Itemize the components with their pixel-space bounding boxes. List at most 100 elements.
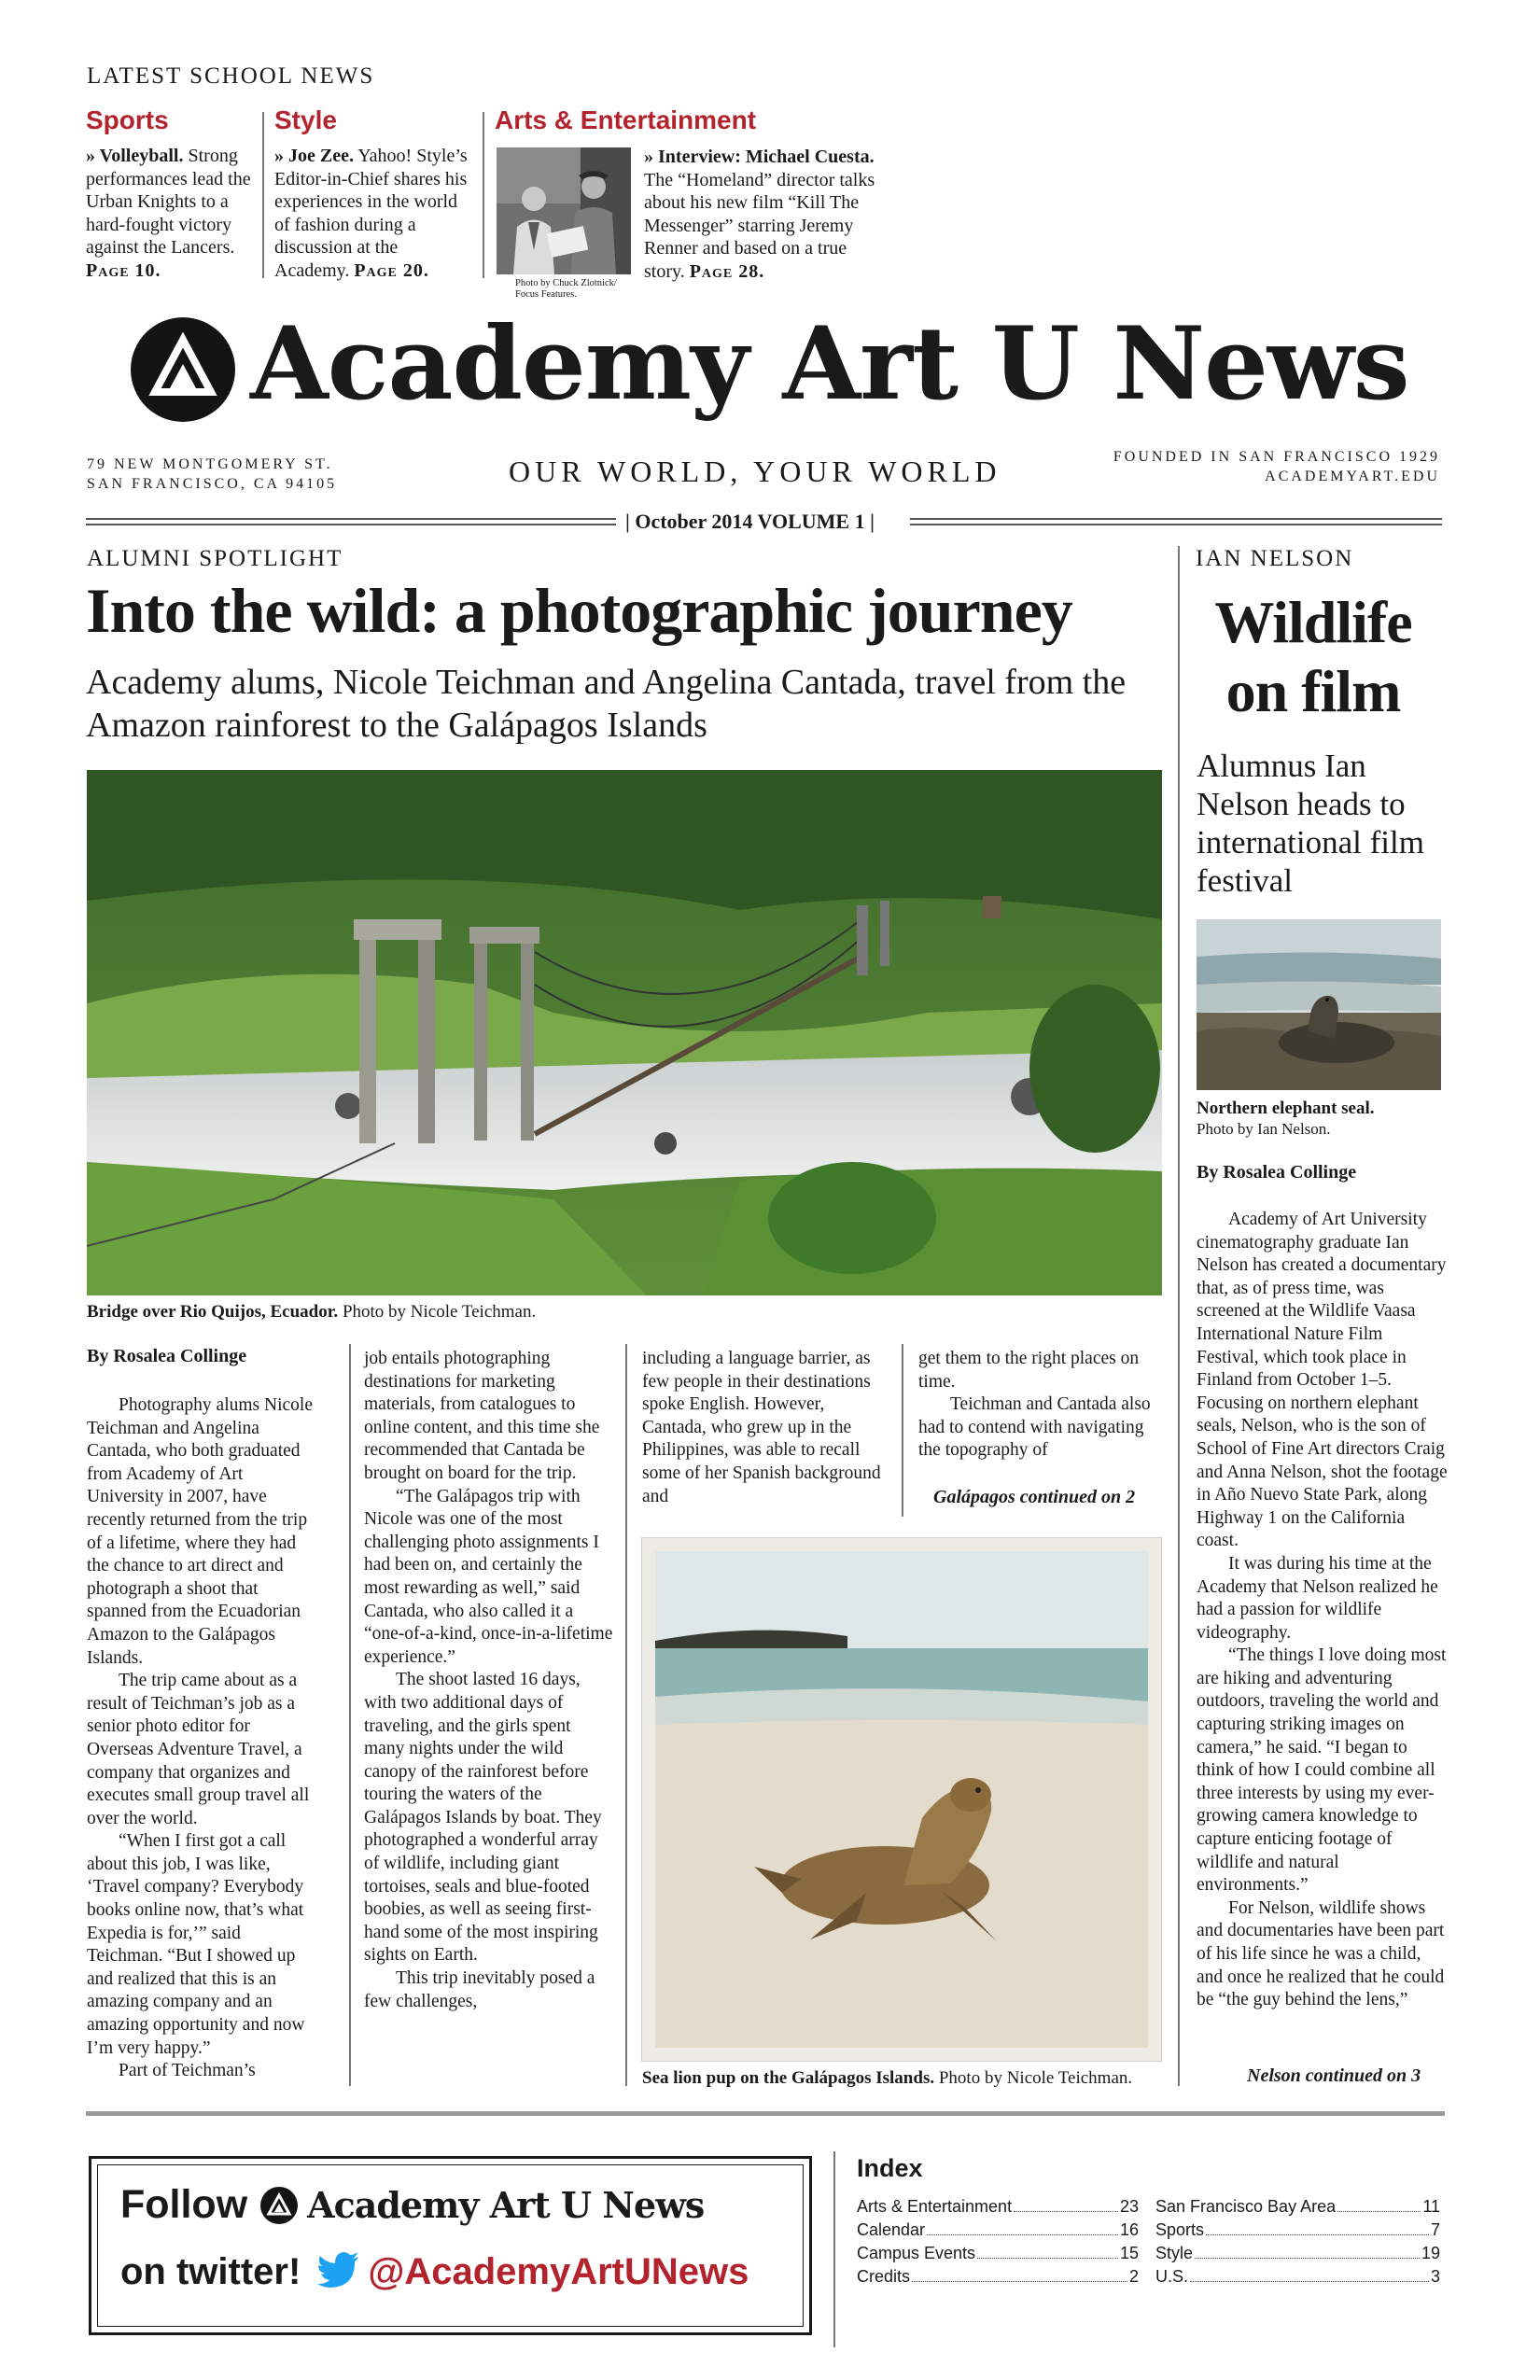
dateline-rule-left-2 xyxy=(86,524,618,525)
address-line-1: 79 New Montgomery St. xyxy=(87,456,333,472)
bridge-caption-bold: Bridge over Rio Quijos, Ecuador. xyxy=(87,1302,339,1322)
teaser-arts-title: Arts & Entertainment xyxy=(495,105,757,134)
lead-paragraph: “When I first got a call about this job,… xyxy=(87,1831,305,2058)
masthead-address: 79 New Montgomery St. San Francisco, CA … xyxy=(87,455,337,494)
teaser-sports[interactable]: Sports » Volleyball. Strong performances… xyxy=(86,105,256,282)
side-deck: Alumnus Ian Nelson heads to internationa… xyxy=(1197,748,1424,899)
sea-lion-caption: Sea lion pup on the Galápagos Islands. P… xyxy=(642,2068,1132,2089)
twitter-promo[interactable]: Follow Academy Art U News on twitter! @A… xyxy=(89,2156,812,2335)
elephant-caption-credit: Photo by Ian Nelson. xyxy=(1197,1120,1331,1138)
twitter-handle[interactable]: @AcademyArtUNews xyxy=(368,2251,749,2293)
side-headline-line-2: on film xyxy=(1225,658,1402,724)
twitter-on-text: on twitter! xyxy=(120,2251,301,2292)
lead-kicker: Alumni Spotlight xyxy=(87,546,343,571)
lead-paragraph: get them to the right places on time. xyxy=(918,1349,1140,1392)
elephant-caption-bold: Northern elephant seal. xyxy=(1197,1099,1375,1118)
twitter-follow-text: Follow xyxy=(120,2182,248,2227)
sea-lion-caption-credit: Photo by Nicole Teichman. xyxy=(934,2068,1133,2088)
teaser-style-text: » Joe Zee. Yahoo! Style’s Editor-in-Chie… xyxy=(274,145,474,282)
index-left-list: Arts & Entertainment 23 Calendar 16 Campus… xyxy=(857,2195,1139,2289)
teaser-style-lead: » Joe Zee. xyxy=(274,146,354,166)
teaser-arts-photo-credit: Photo by Chuck Zlotnick/ Focus Features. xyxy=(515,278,617,300)
lead-paragraph: job entails photographing destinations f… xyxy=(364,1349,600,1483)
lead-paragraph: The shoot lasted 16 days, with two addit… xyxy=(364,1670,602,1966)
index-entry[interactable]: Campus Events 15 xyxy=(857,2242,1139,2265)
twitter-bird-icon xyxy=(317,2252,360,2292)
sea-lion-photo xyxy=(642,1538,1161,2061)
dateline-rule-right xyxy=(910,518,1442,520)
side-headline-line-1: Wildlife xyxy=(1214,589,1412,655)
teaser-style-page: Page 20. xyxy=(354,259,429,281)
twitter-promo-inner: Follow Academy Art U News on twitter! @A… xyxy=(97,2164,804,2327)
teaser-sports-lead: » Volleyball. xyxy=(86,146,184,166)
twitter-handle-line: on twitter! @AcademyArtUNews xyxy=(120,2251,749,2293)
index-entry[interactable]: Sports 7 xyxy=(1155,2219,1440,2242)
teaser-arts-page: Page 28. xyxy=(689,260,765,282)
masthead-founded: Founded in San Francisco 1929 academyart… xyxy=(1113,447,1440,486)
side-kicker: Ian Nelson xyxy=(1196,546,1354,571)
index-title: Index xyxy=(857,2154,923,2182)
elephant-seal-caption: Northern elephant seal. Photo by Ian Nel… xyxy=(1197,1099,1441,1140)
bridge-caption-credit: Photo by Nicole Teichman. xyxy=(338,1302,537,1322)
lead-jump-link[interactable]: Galápagos continued on 2 xyxy=(933,1487,1135,1508)
index-divider xyxy=(833,2151,835,2347)
teaser-arts[interactable]: Arts & Entertainment xyxy=(495,105,924,135)
bridge-photo xyxy=(87,770,1162,1295)
academy-logo-icon xyxy=(131,317,235,422)
address-line-2: San Francisco, CA 94105 xyxy=(87,476,338,492)
dateline: | October 2014 VOLUME 1 | xyxy=(616,510,884,534)
side-paragraph: It was during his time at the Academy th… xyxy=(1197,1553,1438,1643)
index-entry[interactable]: Calendar 16 xyxy=(857,2219,1139,2242)
lead-paragraph: including a language barrier, as few peo… xyxy=(642,1349,881,1506)
lead-deck: Academy alums, Nicole Teichman and Angel… xyxy=(86,663,1127,745)
dateline-rule-right-2 xyxy=(910,524,1442,525)
lead-paragraph: The trip came about as a result of Teich… xyxy=(87,1671,310,1828)
lead-byline: By Rosalea Collinge xyxy=(87,1346,247,1366)
side-body: Academy of Art University cinematography… xyxy=(1197,1209,1449,2012)
teaser-divider xyxy=(262,112,264,278)
lead-paragraph: “The Galápagos trip with Nicole was one … xyxy=(364,1486,613,1667)
index-entry[interactable]: Style 19 xyxy=(1155,2242,1440,2265)
lead-paragraph: Photography alums Nicole Teichman and An… xyxy=(87,1395,313,1668)
teaser-style[interactable]: Style » Joe Zee. Yahoo! Style’s Editor-i… xyxy=(274,105,474,282)
lead-headline[interactable]: Into the wild: a photographic journey xyxy=(86,574,1073,648)
side-paragraph: For Nelson, wildlife shows and documenta… xyxy=(1197,1897,1445,2010)
side-paragraph: Academy of Art University cinematography… xyxy=(1197,1210,1448,1551)
dateline-rule-left xyxy=(86,518,618,520)
side-headline[interactable]: Wildlife on film xyxy=(1187,588,1439,726)
lead-body-col-3: including a language barrier, as few peo… xyxy=(642,1348,889,1508)
teaser-style-title: Style xyxy=(274,105,337,134)
side-column-divider xyxy=(1178,546,1180,2086)
lead-body-col-2: job entails photographing destinations f… xyxy=(364,1348,614,2013)
sea-lion-caption-bold: Sea lion pup on the Galápagos Islands. xyxy=(642,2068,935,2088)
index-entry[interactable]: Credits 2 xyxy=(857,2265,1139,2289)
founded-line: Founded in San Francisco 1929 xyxy=(1113,449,1440,465)
index-entry[interactable]: U.S. 3 xyxy=(1155,2265,1440,2289)
side-paragraph: “The things I love doing most are hiking… xyxy=(1197,1645,1447,1896)
teaser-divider xyxy=(483,112,484,278)
elephant-seal-photo xyxy=(1197,919,1441,1090)
index-entry[interactable]: San Francisco Bay Area 11 xyxy=(1155,2195,1440,2219)
side-jump-link[interactable]: Nelson continued on 3 xyxy=(1247,2065,1421,2087)
side-byline: By Rosalea Collinge xyxy=(1197,1162,1357,1183)
twitter-follow-line: Follow Academy Art U News xyxy=(120,2182,705,2228)
lead-body-col-4: get them to the right places on time. Te… xyxy=(918,1348,1163,1463)
lead-paragraph: Teichman and Cantada also had to contend… xyxy=(918,1394,1151,1461)
column-divider xyxy=(902,1344,903,1517)
teaser-arts-photo xyxy=(497,147,631,274)
lead-paragraph: Part of Teichman’s xyxy=(119,2061,256,2081)
twitter-brand-text: Academy Art U News xyxy=(307,2184,705,2226)
teaser-arts-lead: » Interview: Michael Cuesta. xyxy=(644,147,875,167)
website-line: academyart.edu xyxy=(1265,469,1440,484)
bottom-rule xyxy=(86,2111,1445,2116)
latest-news-header: Latest School News xyxy=(87,63,375,89)
teaser-sports-text: » Volleyball. Strong performances lead t… xyxy=(86,145,256,282)
index-right-list: San Francisco Bay Area 11 Sports 7 Style 19… xyxy=(1155,2195,1440,2289)
teaser-sports-title: Sports xyxy=(86,105,169,134)
index-entry[interactable]: Arts & Entertainment 23 xyxy=(857,2195,1139,2219)
academy-logo-small-icon xyxy=(260,2186,299,2224)
masthead-tagline: Our World, Your World xyxy=(509,455,1001,488)
teaser-sports-page: Page 10. xyxy=(86,259,161,281)
column-divider xyxy=(349,1344,351,2086)
lead-paragraph: This trip inevitably posed a few challen… xyxy=(364,1968,595,2011)
